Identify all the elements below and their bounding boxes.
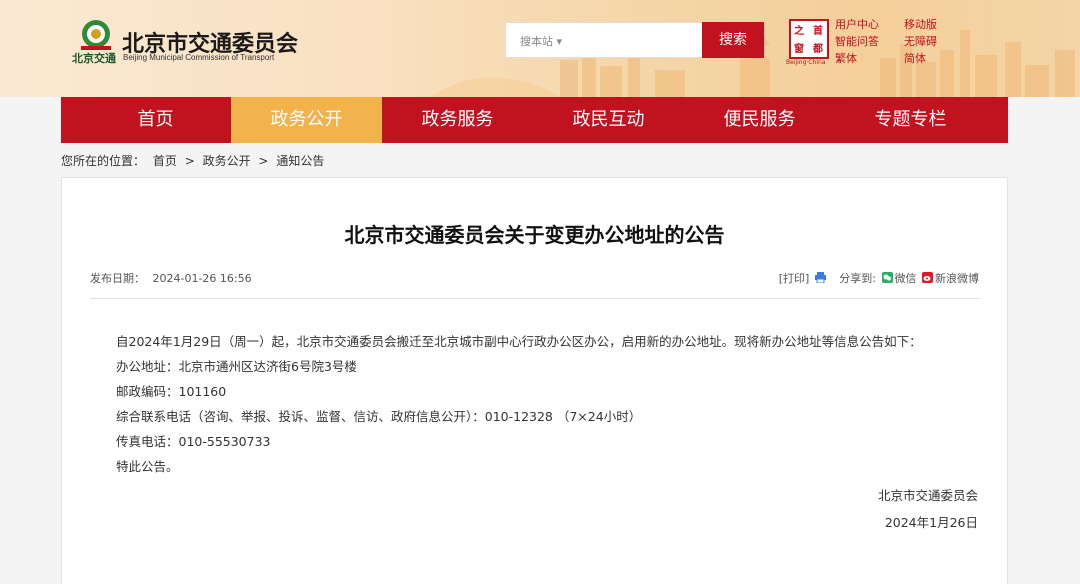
nav-item-special-topics[interactable]: 专题专栏 (835, 97, 986, 143)
print-icon[interactable] (814, 272, 826, 283)
article-panel: 北京市交通委员会关于变更办公地址的公告 发布日期： 2024-01-26 16:… (61, 177, 1008, 584)
seal-caption: Beijing·China (786, 59, 826, 66)
article-sign-date: 2024年1月26日 (884, 515, 978, 530)
article-paragraph: 自2024年1月29日（周一）起，北京市交通委员会搬迁至北京城市副中心行政办公区… (116, 334, 922, 349)
share-weibo[interactable]: 新浪微博 (935, 272, 979, 285)
weibo-icon[interactable] (922, 272, 933, 283)
nav-item-government-services[interactable]: 政务服务 (382, 97, 533, 143)
seal-char: 都 (813, 44, 823, 55)
mobile-version-link[interactable]: 移动版 (904, 16, 937, 32)
smart-qa-link[interactable]: 智能问答 (835, 33, 879, 49)
article-signature: 北京市交通委员会 (877, 488, 978, 503)
seal-char: 之 (794, 26, 804, 37)
print-button[interactable]: [打印] (779, 272, 810, 285)
breadcrumb-separator: > (258, 154, 269, 168)
breadcrumb-prefix: 您所在的位置： (61, 154, 146, 168)
article-paragraph: 传真电话：010-55530733 (116, 434, 271, 449)
publish-label: 发布日期： (90, 272, 145, 285)
capital-window-seal-icon[interactable]: 首 都 之 窗 (789, 19, 829, 59)
publish-info: 发布日期： 2024-01-26 16:56 (90, 270, 252, 286)
article-body: 自2024年1月29日（周一）起，北京市交通委员会搬迁至北京城市副中心行政办公区… (116, 332, 922, 482)
search-scope-select[interactable]: 搜本站 ▾ (520, 33, 562, 49)
article-tools: [打印] 分享到: 微信 新浪微博 (779, 270, 979, 286)
traditional-chinese-link[interactable]: 繁体 (835, 50, 857, 66)
breadcrumb-government-affairs[interactable]: 政务公开 (203, 154, 251, 168)
breadcrumb-notices[interactable]: 通知公告 (276, 154, 324, 168)
breadcrumb-home[interactable]: 首页 (153, 154, 177, 168)
article-title: 北京市交通委员会关于变更办公地址的公告 (344, 223, 725, 247)
search-button[interactable]: 搜索 (702, 22, 764, 58)
title-divider (90, 298, 980, 299)
nav-item-government-affairs[interactable]: 政务公开 (231, 97, 382, 143)
article-paragraph: 综合联系电话（咨询、举报、投诉、监督、信访、政府信息公开）：010-12328 … (116, 409, 642, 424)
breadcrumb: 您所在的位置： 首页 > 政务公开 > 通知公告 (61, 152, 328, 169)
seal-char: 首 (813, 26, 823, 37)
share-wechat[interactable]: 微信 (895, 272, 917, 285)
nav-item-public-interaction[interactable]: 政民互动 (533, 97, 684, 143)
article-paragraph: 特此公告。 (116, 459, 179, 474)
share-label: 分享到: (839, 272, 876, 285)
logo-abbreviation: 北京交通 (72, 52, 116, 65)
wechat-icon[interactable] (881, 272, 893, 283)
user-center-link[interactable]: 用户中心 (835, 16, 879, 32)
publish-date: 2024-01-26 16:56 (152, 272, 252, 285)
site-subtitle: Beijing Municipal Commission of Transpor… (123, 53, 275, 62)
article-paragraph: 办公地址：北京市通州区达济街6号院3号楼 (116, 359, 357, 374)
nav-item-home[interactable]: 首页 (80, 97, 231, 143)
nav-item-convenience-services[interactable]: 便民服务 (684, 97, 835, 143)
accessibility-link[interactable]: 无障碍 (904, 33, 937, 49)
seal-char: 窗 (794, 44, 804, 55)
article-paragraph: 邮政编码：101160 (116, 384, 227, 399)
breadcrumb-separator: > (184, 154, 195, 168)
site-header: 北京交通 北京市交通委员会 Beijing Municipal Commissi… (0, 0, 1080, 97)
simplified-chinese-link[interactable]: 简体 (904, 50, 926, 66)
search-input[interactable]: 搜本站 ▾ (505, 22, 703, 58)
main-nav: 首页 政务公开 政务服务 政民互动 便民服务 专题专栏 (61, 97, 1008, 143)
